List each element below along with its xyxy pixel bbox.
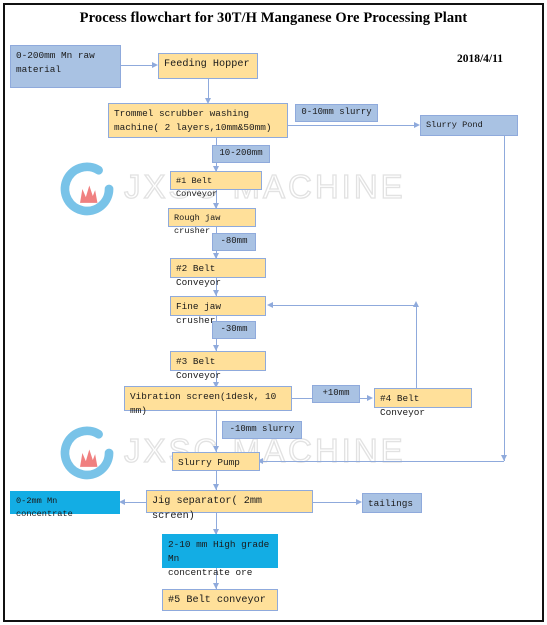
arrowhead-screen-to-belt4 [367, 394, 373, 401]
node-raw-material[interactable]: 0-200mm Mn raw material [10, 45, 121, 88]
date-stamp: 2018/4/11 [456, 53, 503, 65]
node-feeding-hopper[interactable]: Feeding Hopper [158, 53, 258, 79]
node-slurry-pond[interactable]: Slurry Pond [420, 115, 518, 136]
page-title: Process flowchart for 30T/H Manganese Or… [79, 10, 468, 26]
flow-label-slurry-minus-10mm: -10mm slurry [222, 421, 302, 439]
node-belt-conveyor-2[interactable]: #2 Belt Conveyor [170, 258, 266, 288]
connector-raw-to-hopper [121, 65, 154, 66]
flow-label-10-200mm: 10-200mm [212, 145, 270, 163]
arrowhead-recirc-to-fine [267, 301, 273, 308]
node-vibration-screen[interactable]: Vibration screen(1desk, 10 mm) [124, 386, 292, 416]
node-rough-jaw-crusher[interactable]: Rough jaw crusher [168, 208, 256, 236]
node-jig-separator[interactable]: Jig separator( 2mm screen) [146, 490, 313, 522]
node-trommel-scrubber[interactable]: Trommel scrubber washing machine( 2 laye… [108, 103, 288, 138]
flowchart-page: Process flowchart for 30T/H Manganese Or… [0, 0, 547, 625]
connector-belt4-recirc-vertical [416, 305, 417, 388]
node-slurry-pump[interactable]: Slurry Pump [172, 452, 260, 471]
connector-jig-to-tailings [312, 502, 358, 503]
arrowhead-pond-corner [500, 455, 507, 461]
connector-jig-to-concentrate [124, 502, 148, 503]
flow-label-slurry-0-10mm: 0-10mm slurry [295, 104, 378, 122]
connector-pond-to-pump-horizontal [263, 461, 504, 462]
connector-pond-to-pump-vertical [504, 136, 505, 461]
watermark-text: JXSC MACHINE [123, 167, 406, 205]
connector-trommel-to-pond [288, 125, 418, 126]
node-tailings[interactable]: tailings [362, 493, 422, 513]
connector-belt4-recirc-horizontal [271, 305, 416, 306]
node-mn-concentrate-0-2mm[interactable]: 0-2mm Mn concentrate [10, 491, 120, 519]
jxsc-logo-icon [60, 162, 114, 216]
page-border [3, 3, 544, 622]
jxsc-logo-icon [60, 426, 114, 480]
node-belt-conveyor-5[interactable]: #5 Belt conveyor [162, 589, 278, 611]
flow-label-minus-30mm: -30mm [212, 321, 256, 339]
watermark-top: JXSC MACHINE [58, 160, 478, 222]
node-belt-conveyor-4[interactable]: #4 Belt Conveyor [374, 388, 472, 418]
flow-label-minus-80mm: -80mm [212, 233, 256, 251]
node-fine-jaw-crusher[interactable]: Fine jaw crusher [170, 296, 266, 326]
flow-label-plus-10mm: +10mm [312, 385, 360, 403]
node-belt-conveyor-1[interactable]: #1 Belt Conveyor [170, 171, 262, 199]
node-belt-conveyor-3[interactable]: #3 Belt Conveyor [170, 351, 266, 381]
node-high-grade-concentrate-ore[interactable]: 2-10 mm High grade Mn concentrate ore [162, 534, 278, 578]
arrowhead-recirc-corner [412, 301, 419, 307]
